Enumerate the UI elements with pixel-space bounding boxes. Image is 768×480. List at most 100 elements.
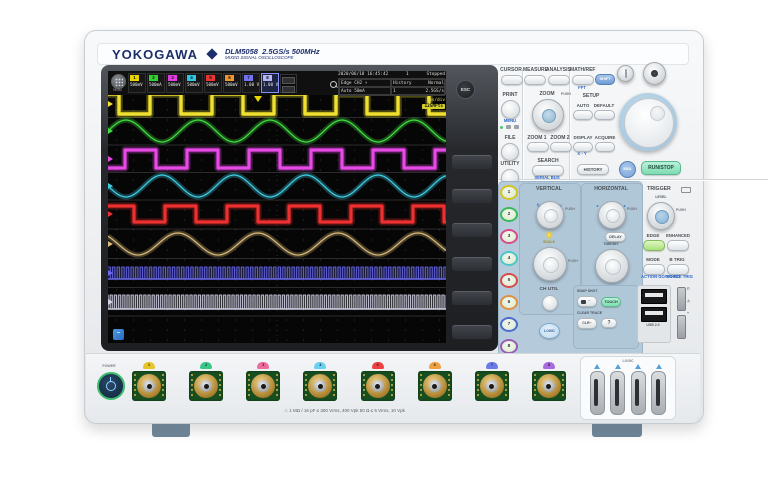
- bnc-mount-pins: [191, 374, 193, 376]
- channel-badge[interactable]: 5500mV: [204, 73, 222, 93]
- print-button[interactable]: [501, 100, 520, 119]
- logic-pod-connector[interactable]: [590, 364, 605, 415]
- jog-knob[interactable]: [624, 98, 674, 148]
- power-button[interactable]: [97, 372, 125, 400]
- channel-badge[interactable]: 81.00 V: [261, 73, 279, 93]
- cursor-button[interactable]: [501, 75, 523, 85]
- channel-number: 6: [225, 75, 234, 81]
- channel-badge[interactable]: 6500mV: [223, 73, 241, 93]
- acquire-button[interactable]: [595, 142, 615, 152]
- bnc-connector-ring: [366, 374, 390, 398]
- file-button[interactable]: [501, 143, 519, 161]
- channel-7-button[interactable]: 7: [500, 317, 518, 332]
- bnc-mount-pins: [363, 374, 365, 376]
- bnc-input-ch2[interactable]: 2: [181, 362, 231, 418]
- soft-key[interactable]: [452, 291, 492, 305]
- edge-button[interactable]: [643, 240, 665, 251]
- waveform-area[interactable]: [108, 95, 446, 343]
- channel-number: 1: [130, 75, 139, 81]
- pod-socket: [651, 371, 666, 415]
- help-button[interactable]: ?: [601, 318, 617, 328]
- channel-8-button[interactable]: 8: [500, 339, 518, 354]
- ch-util-button[interactable]: [542, 295, 558, 311]
- channel-5-button[interactable]: 5: [500, 273, 518, 288]
- probe-comp-terminal[interactable]: [677, 287, 686, 311]
- run-stop-button[interactable]: RUN/STOP: [641, 161, 681, 175]
- soft-key[interactable]: [452, 257, 492, 271]
- usb-port-1[interactable]: [641, 289, 667, 304]
- snap-shot-button[interactable]: ~: [577, 296, 597, 307]
- snap-shot-label: SNAP SHOT: [577, 289, 597, 293]
- esc-button[interactable]: ESC: [456, 80, 475, 99]
- screen-menu-icon[interactable]: [111, 74, 126, 89]
- panel-divider: [569, 69, 571, 179]
- status-history: HistoryNormal: [391, 79, 446, 87]
- history-button[interactable]: HISTORY: [577, 164, 609, 175]
- channel-number: 4: [187, 75, 196, 81]
- channel-button-column: 1 2 3 4 5 6 7 8: [500, 185, 516, 361]
- soft-key[interactable]: [452, 155, 492, 169]
- vertical-position-knob[interactable]: [536, 201, 564, 229]
- logic-pod-panel: LOGIC: [580, 356, 676, 420]
- channel-badge[interactable]: 3500mV: [166, 73, 184, 93]
- status-record-length: 125MPts: [338, 104, 445, 109]
- bnc-input-ch6[interactable]: 6: [410, 362, 460, 418]
- measure-button[interactable]: [524, 75, 546, 85]
- zoom2-button[interactable]: [550, 142, 572, 152]
- bnc-input-ch3[interactable]: 3: [238, 362, 288, 418]
- setup-label: SETUP: [579, 93, 603, 99]
- channel-badge[interactable]: 2500mA: [147, 73, 165, 93]
- usb-port-2[interactable]: [641, 307, 667, 322]
- channel-4-button[interactable]: 4: [500, 251, 518, 266]
- channel-position-marker: [108, 101, 113, 107]
- intensity-knob[interactable]: [617, 65, 634, 82]
- enhanced-button[interactable]: [667, 240, 689, 251]
- ground-terminal[interactable]: [677, 315, 686, 339]
- bnc-input-ch1[interactable]: 1: [124, 362, 174, 418]
- default-button[interactable]: [594, 110, 615, 120]
- select-knob[interactable]: [643, 62, 666, 85]
- pod-marker-icon: [615, 364, 621, 369]
- channel-3-button[interactable]: 3: [500, 229, 518, 244]
- trigger-level-label: LEVEL: [651, 195, 671, 199]
- trigger-level-knob[interactable]: [647, 202, 675, 230]
- print-menu-label: MENU: [499, 119, 521, 124]
- channel-6-button[interactable]: 6: [500, 295, 518, 310]
- clear-trace-button[interactable]: CLR~: [577, 318, 597, 329]
- soft-key[interactable]: [452, 325, 492, 339]
- zoom1-button[interactable]: [527, 142, 549, 152]
- channel-badge[interactable]: 4500mV: [185, 73, 203, 93]
- delay-button[interactable]: DELAY: [605, 232, 626, 242]
- bnc-mount-pins: [248, 374, 250, 376]
- soft-key[interactable]: [452, 189, 492, 203]
- math-ref-button[interactable]: [572, 75, 594, 85]
- zoom-knob[interactable]: [532, 99, 564, 131]
- trigger-in-icon: [681, 187, 691, 193]
- jog-shuttle-ring[interactable]: [619, 93, 677, 151]
- channel-1-button[interactable]: 1: [500, 185, 518, 200]
- touch-button[interactable]: TOUCH: [601, 297, 621, 307]
- lcd-screen[interactable]: MENU 1500mV2500mA3500mV4500mV5500mV6500m…: [108, 71, 446, 343]
- channel-2-button[interactable]: 2: [500, 207, 518, 222]
- channel-badge[interactable]: 71.00 V: [242, 73, 260, 93]
- shift-button[interactable]: SHIFT: [595, 74, 615, 85]
- bnc-input-ch7[interactable]: 7: [467, 362, 517, 418]
- auto-button[interactable]: [573, 110, 593, 120]
- channel-badge[interactable]: 1500mV: [128, 73, 146, 93]
- horizontal-position-knob[interactable]: [598, 201, 626, 229]
- vertical-scale-knob[interactable]: [533, 247, 567, 281]
- logic-pod-connector[interactable]: [631, 364, 646, 415]
- single-trigger-button[interactable]: SNGL: [619, 161, 636, 178]
- trigger-level-cap: [655, 210, 669, 224]
- time-div-knob[interactable]: [595, 249, 629, 283]
- bnc-mount-pins: [134, 374, 136, 376]
- logic-pod-connector[interactable]: [610, 364, 625, 415]
- select-knob-button[interactable]: [651, 70, 658, 77]
- analysis-button[interactable]: [548, 75, 570, 85]
- folder-icon: [506, 125, 511, 129]
- channel-position-marker: [108, 156, 113, 162]
- logic-pod-connector[interactable]: [651, 364, 666, 415]
- soft-key[interactable]: [452, 223, 492, 237]
- bnc-input-ch8[interactable]: 8: [524, 362, 574, 418]
- logic-button[interactable]: LOGIC: [539, 323, 560, 339]
